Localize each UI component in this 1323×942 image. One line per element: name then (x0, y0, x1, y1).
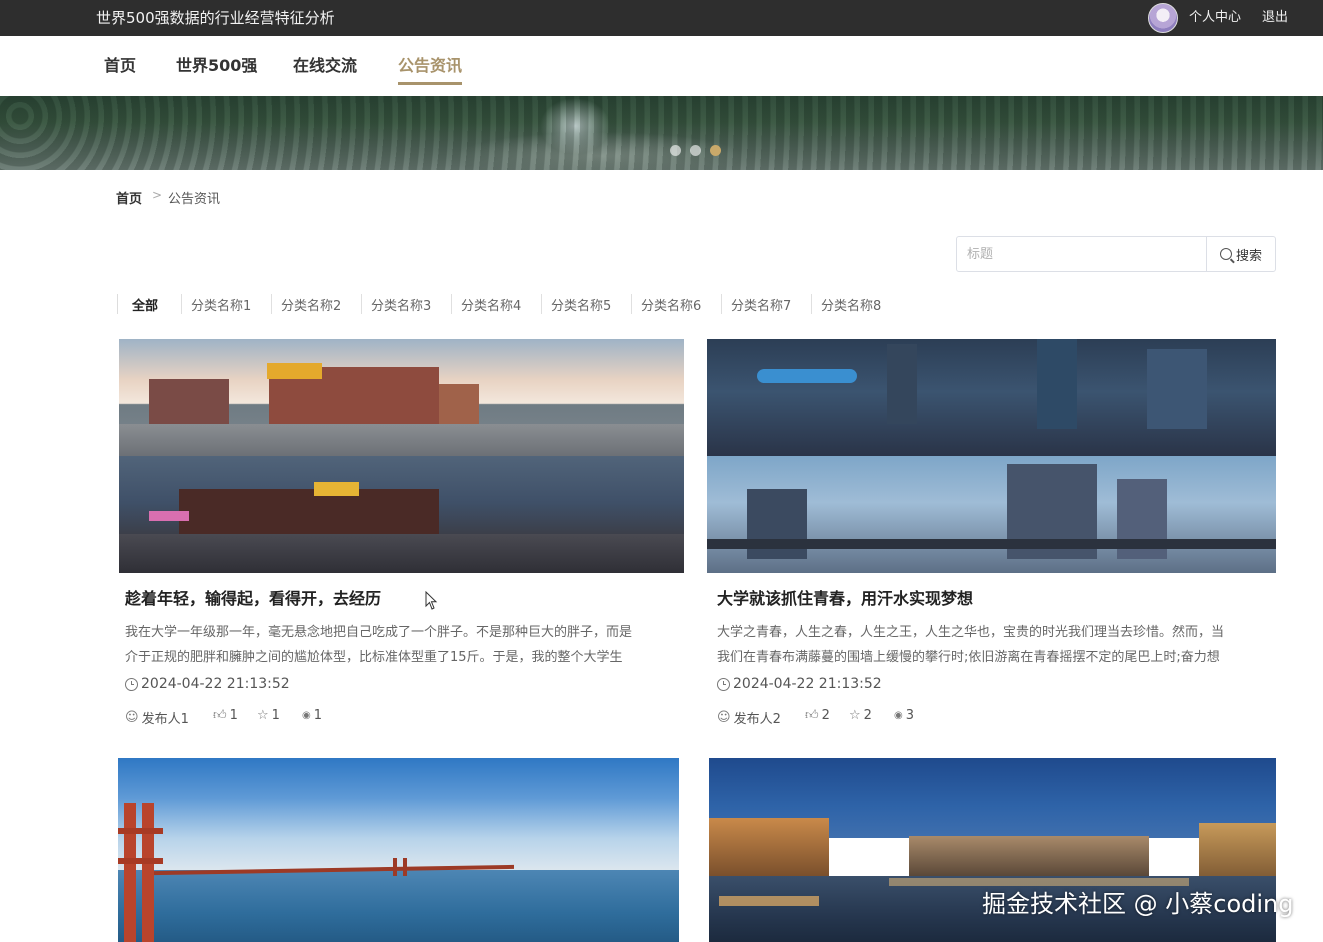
carousel-dot-1[interactable] (670, 145, 681, 156)
clock-icon (125, 677, 138, 691)
article-title[interactable]: 大学就该抓住青春，用汗水实现梦想 (717, 585, 973, 609)
banner-carousel[interactable] (0, 96, 1323, 170)
user-icon: ☺ (125, 710, 139, 725)
article-date-text: 2024-04-22 21:13:52 (141, 676, 290, 692)
article-favorites[interactable]: ☆ 2 (849, 708, 872, 723)
clock-icon (717, 677, 730, 691)
banner-image (0, 96, 1323, 170)
nav-item-home[interactable]: 首页 (104, 52, 136, 82)
category-divider (117, 294, 118, 314)
main-nav: 首页 世界500强 在线交流 公告资讯 (0, 36, 1323, 96)
category-item[interactable]: 分类名称8 (811, 295, 891, 314)
article-author-name: 发布人2 (733, 712, 781, 727)
star-icon: ☆ (257, 708, 269, 723)
article-date: 2024-04-22 21:13:52 (717, 676, 882, 692)
nav-item-news[interactable]: 公告资讯 (398, 52, 463, 85)
category-item[interactable]: 分类名称2 (271, 295, 351, 314)
search-button-label: 搜索 (1235, 248, 1262, 264)
article-likes-count: 2 (821, 708, 830, 723)
article-description: 大学之青春，人生之春，人生之王，人生之华也，宝贵的时光我们理当去珍惜。然而，当 … (717, 620, 1272, 670)
article-image[interactable] (119, 339, 684, 573)
article-title[interactable]: 趁着年轻，输得起，看得开，去经历 (125, 585, 381, 609)
article-image[interactable] (118, 758, 679, 942)
site-title: 世界500强数据的行业经营特征分析 (96, 9, 335, 27)
category-item[interactable]: 分类名称4 (451, 295, 531, 314)
carousel-dot-2[interactable] (690, 145, 701, 156)
article-author: ☺ 发布人2 (717, 708, 781, 727)
category-item[interactable]: 分类名称6 (631, 295, 711, 314)
article-description-line: 介于正规的肥胖和臃肿之间的尴尬体型，比标准体型重了15斤。于是，我的整个大学生 (125, 650, 623, 665)
category-all[interactable]: 全部 (122, 295, 168, 314)
top-bar: 世界500强数据的行业经营特征分析 个人中心 退出 (0, 0, 1323, 36)
article-views-count: 3 (905, 708, 915, 723)
logout-link[interactable]: 退出 (1262, 0, 1288, 36)
breadcrumb-separator: > (152, 188, 163, 202)
article-likes[interactable]: 👍︎ 2 (805, 708, 830, 723)
eye-icon: ◉ (302, 710, 311, 721)
article-favorites-count: 1 (271, 708, 280, 723)
article-favorites-count: 2 (863, 708, 872, 723)
article-views: ◉ 1 (302, 708, 322, 723)
user-icon: ☺ (717, 710, 731, 725)
search-button[interactable]: 搜索 (1206, 236, 1276, 272)
search-input[interactable] (956, 236, 1207, 272)
article-favorites[interactable]: ☆ 1 (257, 708, 280, 723)
article-image[interactable] (707, 339, 1276, 573)
watermark: 掘金技术社区 @ 小蔡coding (982, 890, 1294, 918)
nav-item-world500[interactable]: 世界500强 (176, 52, 257, 82)
search-icon (1219, 248, 1232, 260)
article-views: ◉ 3 (894, 708, 914, 723)
thumbs-up-icon: 👍︎ (213, 708, 227, 723)
article-author-name: 发布人1 (141, 712, 189, 727)
mouse-cursor-icon (425, 591, 438, 610)
article-likes-count: 1 (229, 708, 238, 723)
article-date: 2024-04-22 21:13:52 (125, 676, 290, 692)
category-item[interactable]: 分类名称7 (721, 295, 801, 314)
breadcrumb-current: 公告资讯 (168, 192, 221, 207)
article-description: 我在大学一年级那一年，毫无悬念地把自己吃成了一个胖子。不是那种巨大的胖子，而是 … (125, 620, 680, 670)
article-description-line: 大学之青春，人生之春，人生之王，人生之华也，宝贵的时光我们理当去珍惜。然而，当 (717, 625, 1225, 640)
nav-item-forum[interactable]: 在线交流 (293, 52, 357, 82)
eye-icon: ◉ (894, 710, 903, 721)
thumbs-up-icon: 👍︎ (805, 708, 819, 723)
category-item[interactable]: 分类名称1 (181, 295, 261, 314)
article-description-line: 我们在青春布满藤蔓的围墙上缓慢的攀行时;依旧游离在青春摇摆不定的尾巴上时;奋力想 (717, 650, 1220, 665)
star-icon: ☆ (849, 708, 861, 723)
article-date-text: 2024-04-22 21:13:52 (733, 676, 882, 692)
article-author: ☺ 发布人1 (125, 708, 189, 727)
breadcrumb-home[interactable]: 首页 (116, 188, 142, 207)
article-views-count: 1 (313, 708, 323, 723)
article-description-line: 我在大学一年级那一年，毫无悬念地把自己吃成了一个胖子。不是那种巨大的胖子，而是 (125, 625, 633, 640)
user-center-link[interactable]: 个人中心 (1189, 0, 1241, 36)
article-likes[interactable]: 👍︎ 1 (213, 708, 238, 723)
carousel-dot-3[interactable] (710, 145, 721, 156)
category-item[interactable]: 分类名称3 (361, 295, 441, 314)
category-item[interactable]: 分类名称5 (541, 295, 621, 314)
avatar[interactable] (1148, 3, 1178, 33)
